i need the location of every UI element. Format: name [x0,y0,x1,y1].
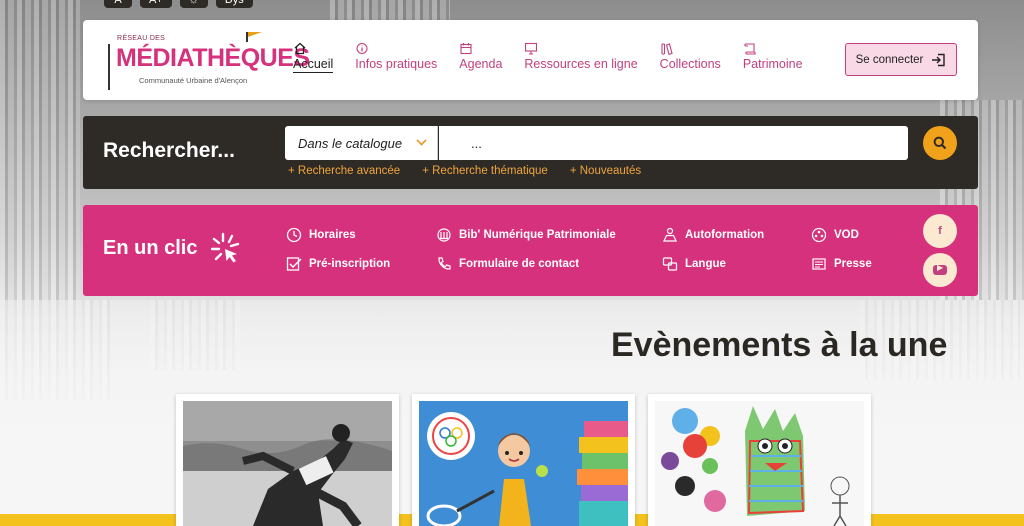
youtube-icon: ▶ [933,263,947,275]
checklist-icon [286,257,302,271]
logo-subtitle: Communauté Urbaine d'Alençon [139,76,248,85]
site-header: RÉSEAU DES MÉDIATHÈQUES Communauté Urbai… [83,20,978,100]
monitor-icon [525,42,538,55]
nav-item-patrimoine[interactable]: Patrimoine [743,42,803,73]
login-icon [932,53,946,66]
phone-icon [438,257,451,270]
learner-icon [663,227,677,242]
search-panel: Rechercher... Dans le catalogue + Recher… [83,116,978,189]
monster-image [655,401,864,526]
site-logo[interactable]: RÉSEAU DES MÉDIATHÈQUES Communauté Urbai… [108,32,310,92]
nav-item-agenda[interactable]: Agenda [459,42,502,73]
quick-link-label: Horaires [309,229,356,241]
search-links: + Recherche avancée + Recherche thématiq… [288,165,641,177]
search-title: Rechercher... [103,139,235,162]
quick-links-panel: En un clic Horaires Pré-inscription Bib'… [83,205,978,296]
nav-item-accueil[interactable]: Accueil [293,42,334,73]
quick-link-label: Pré-inscription [309,258,391,270]
quick-link-label: Formulaire de contact [459,258,580,270]
quick-link-label: VOD [834,229,859,241]
nav-label: Accueil [293,57,334,73]
event-card-3[interactable] [648,394,871,526]
film-reel-icon [811,227,827,243]
play-glyph: ▶ [937,263,944,272]
font-default-button[interactable]: A [104,0,132,8]
scroll-icon [744,43,756,55]
thematic-search-link[interactable]: + Recherche thématique [422,165,548,177]
nav-item-collections[interactable]: Collections [660,42,721,73]
login-label: Se connecter [855,53,924,66]
quick-link-label: Autoformation [685,229,765,241]
logo-network-text: RÉSEAU DES [117,35,166,42]
login-button[interactable]: Se connecter [845,43,957,76]
quick-link-label: Langue [685,258,726,270]
nav-item-infos-pratiques[interactable]: Infos pratiques [355,42,437,73]
search-input[interactable] [439,126,908,160]
athlete-photo [183,401,392,526]
quick-link-contact[interactable]: Formulaire de contact [436,256,579,272]
search-button[interactable] [923,126,957,160]
books-icon [661,43,673,55]
home-icon [294,42,306,55]
nav-label: Infos pratiques [355,57,438,71]
newspaper-icon [812,258,826,270]
quick-link-langue[interactable]: Langue [662,256,726,272]
quick-link-autoformation[interactable]: Autoformation [662,227,764,243]
nav-label: Agenda [459,57,503,71]
color-monster-illustration [655,401,864,526]
youtube-button[interactable]: ▶ [923,253,957,287]
quick-link-vod[interactable]: VOD [811,227,859,243]
language-icon [662,257,678,271]
biblio-olympiades-illustration [419,401,628,526]
quick-link-presse[interactable]: Presse [811,256,872,272]
event-card-2[interactable] [412,394,635,526]
events-heading: Evènements à la une [611,326,948,364]
flag-icon [246,32,266,42]
advanced-search-link[interactable]: + Recherche avancée [288,165,400,177]
facebook-button[interactable]: f [923,214,957,248]
nav-item-ressources-en-ligne[interactable]: Ressources en ligne [524,42,638,73]
nav-label: Patrimoine [742,57,803,71]
facebook-icon: f [938,225,942,237]
child-tennis-image [419,401,628,526]
quick-link-bib-numerique[interactable]: Bib' Numérique Patrimoniale [436,227,616,243]
search-scope-select[interactable]: Dans le catalogue [285,126,438,160]
font-larger-button[interactable]: A+ [140,0,172,8]
main-nav: Accueil Infos pratiques Agenda Ressource… [293,42,825,73]
accessibility-toolbar: A A+ ☼ Dys [104,0,253,8]
quick-link-label: Presse [834,258,872,270]
click-burst-icon [211,232,240,263]
quick-links-title: En un clic [103,237,198,259]
new-arrivals-link[interactable]: + Nouveautés [570,165,641,177]
library-icon [437,228,451,242]
search-icon [933,136,947,150]
nav-label: Collections [659,57,721,71]
nav-label: Ressources en ligne [524,57,638,71]
clock-icon [286,227,302,243]
chevron-down-icon [416,135,427,146]
logo-title: MÉDIATHÈQUES [116,44,310,72]
search-scope-value: Dans le catalogue [298,135,403,151]
contrast-button[interactable]: ☼ [179,0,208,8]
quick-link-horaires[interactable]: Horaires [286,227,356,243]
dyslexia-font-button[interactable]: Dys [215,0,253,8]
quick-link-pre-inscription[interactable]: Pré-inscription [286,256,390,272]
quick-link-label: Bib' Numérique Patrimoniale [459,229,616,241]
athlete-image [183,401,392,526]
event-card-1[interactable] [176,394,399,526]
calendar-icon [460,43,472,55]
info-icon [356,42,368,55]
